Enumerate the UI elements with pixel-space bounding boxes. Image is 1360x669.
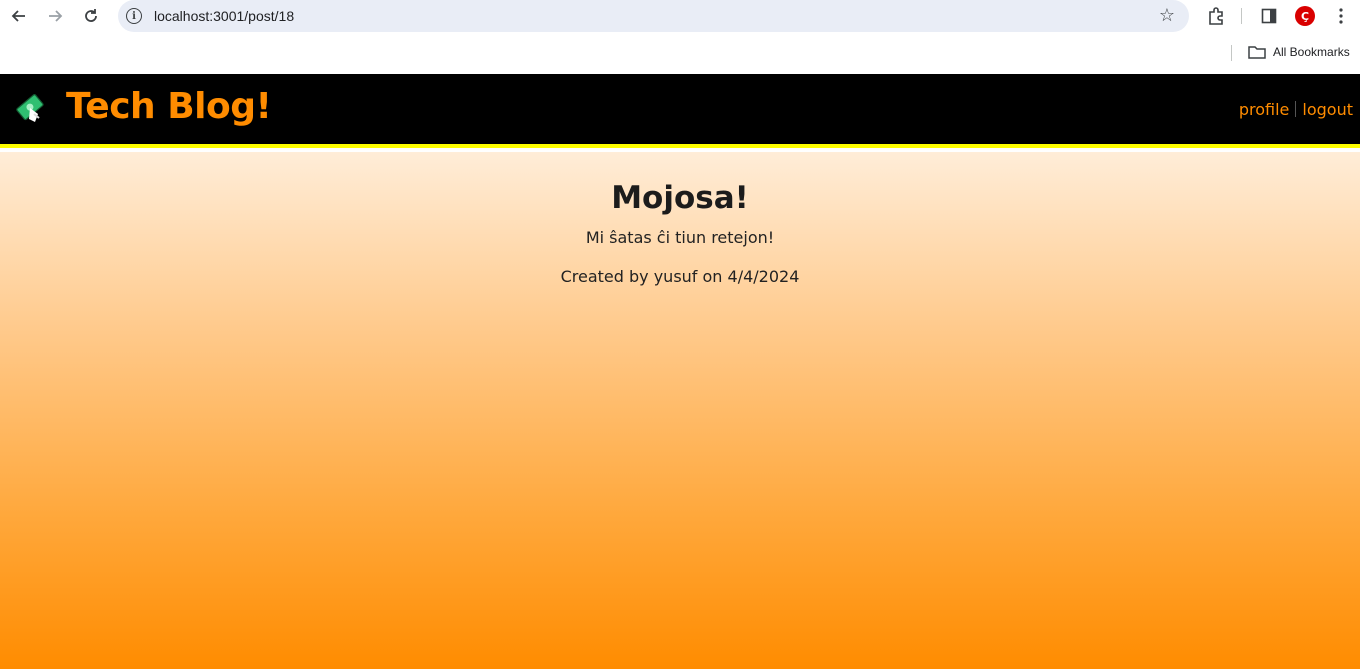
browser-toolbar: i localhost:3001/post/18 ☆ Ç [0, 0, 1360, 32]
post-meta: Created by yusuf on 4/4/2024 [560, 267, 800, 286]
logout-link[interactable]: logout [1302, 100, 1353, 119]
forward-arrow-icon[interactable] [43, 4, 67, 28]
money-logo-icon[interactable] [14, 90, 50, 126]
reload-icon[interactable] [79, 4, 103, 28]
extensions-icon[interactable] [1204, 4, 1228, 28]
all-bookmarks-link[interactable]: All Bookmarks [1273, 45, 1350, 59]
header-nav: profile logout [1239, 100, 1353, 119]
bookmarks-divider [1231, 45, 1232, 61]
profile-link[interactable]: profile [1239, 100, 1290, 119]
nav-divider [1295, 101, 1297, 117]
post-body: Mi ŝatas ĉi tiun retejon! [585, 228, 775, 247]
profile-avatar[interactable]: Ç [1295, 6, 1315, 26]
site-info-icon[interactable]: i [126, 8, 142, 24]
address-bar[interactable]: i localhost:3001/post/18 ☆ [118, 0, 1189, 32]
back-arrow-icon[interactable] [7, 4, 31, 28]
post-title: Mojosa! [611, 180, 749, 216]
menu-kebab-icon[interactable] [1329, 4, 1353, 28]
folder-icon[interactable] [1248, 44, 1266, 59]
post-content: Mojosa! Mi ŝatas ĉi tiun retejon! Create… [0, 152, 1360, 669]
side-panel-icon[interactable] [1257, 4, 1281, 28]
bookmark-star-icon[interactable]: ☆ [1159, 5, 1175, 26]
url-text[interactable]: localhost:3001/post/18 [154, 8, 294, 24]
bookmarks-bar: All Bookmarks [0, 32, 1360, 74]
site-header: Tech Blog! profile logout [0, 74, 1360, 148]
toolbar-divider [1241, 8, 1242, 24]
site-title[interactable]: Tech Blog! [66, 86, 272, 127]
